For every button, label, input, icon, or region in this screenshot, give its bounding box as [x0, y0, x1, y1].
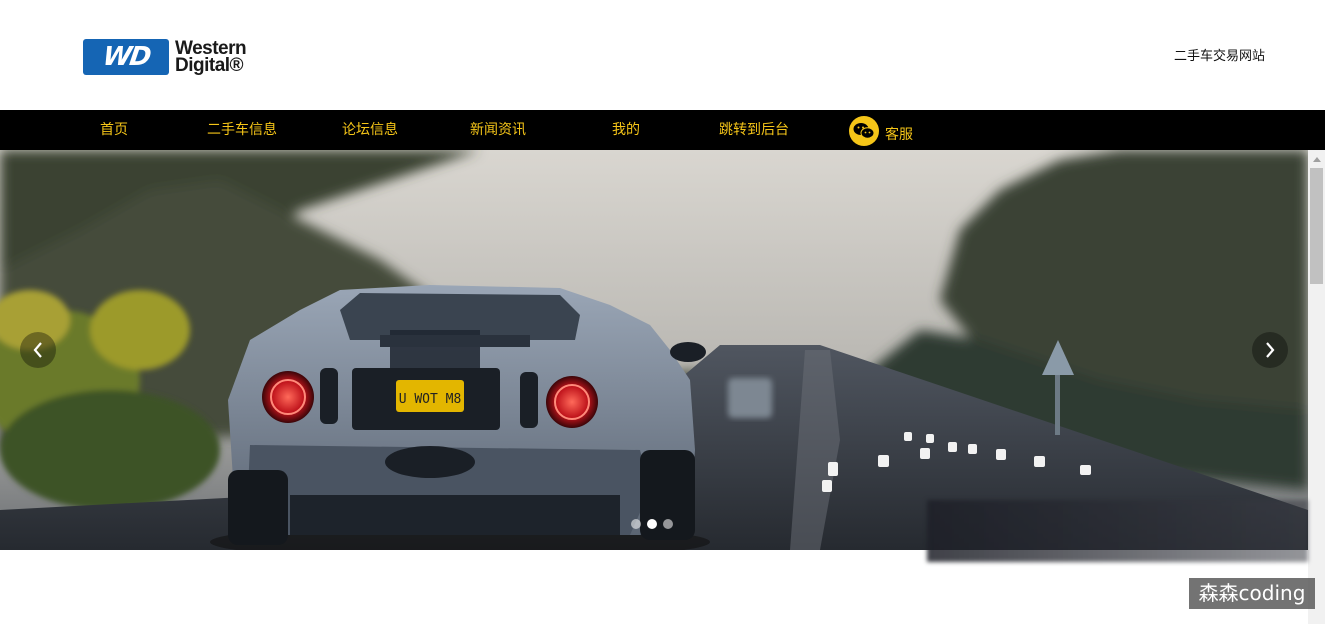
logo-wordmark: Western Digital®: [175, 39, 247, 76]
customer-service-link[interactable]: 客服: [849, 114, 913, 146]
logo-word-digital: Digital®: [175, 55, 244, 76]
page-scrollbar[interactable]: [1308, 150, 1325, 624]
carousel-dot-1[interactable]: [631, 519, 641, 529]
carousel-dot-3[interactable]: [663, 519, 673, 529]
nav-item-forum[interactable]: 论坛信息: [342, 110, 398, 150]
carousel-next-button[interactable]: [1252, 332, 1288, 368]
header: WD Western Digital® 二手车交易网站: [0, 0, 1325, 110]
wechat-icon: [849, 116, 879, 146]
nav-item-news[interactable]: 新闻资讯: [470, 110, 526, 150]
nav-item-used-cars[interactable]: 二手车信息: [207, 110, 277, 150]
watermark: 森森coding: [1189, 578, 1315, 609]
carousel-prev-button[interactable]: [20, 332, 56, 368]
nav-item-mine[interactable]: 我的: [612, 110, 640, 150]
nav-item-home[interactable]: 首页: [100, 110, 128, 150]
scroll-up-arrow-icon[interactable]: [1308, 150, 1325, 167]
chevron-left-icon: [33, 342, 42, 358]
license-plate-text: U WOT M8: [399, 392, 462, 407]
wd-badge: WD: [83, 39, 169, 75]
scrollbar-thumb[interactable]: [1310, 168, 1323, 284]
western-digital-logo[interactable]: WD Western Digital®: [83, 38, 273, 76]
wd-badge-text: WD: [100, 42, 152, 72]
nav-item-admin[interactable]: 跳转到后台: [719, 110, 789, 150]
carousel-dot-2[interactable]: [647, 519, 657, 529]
hero-carousel[interactable]: U WOT M8: [0, 150, 1308, 550]
customer-service-label: 客服: [885, 127, 913, 143]
site-title: 二手车交易网站: [1173, 49, 1265, 64]
overlay-shadow: [927, 500, 1308, 562]
carousel-indicators: [631, 519, 673, 529]
main-nav: 首页 二手车信息 论坛信息 新闻资讯 我的 跳转到后台: [0, 110, 1325, 150]
chevron-right-icon: [1266, 342, 1275, 358]
carousel-slide-image: U WOT M8: [0, 150, 1308, 550]
